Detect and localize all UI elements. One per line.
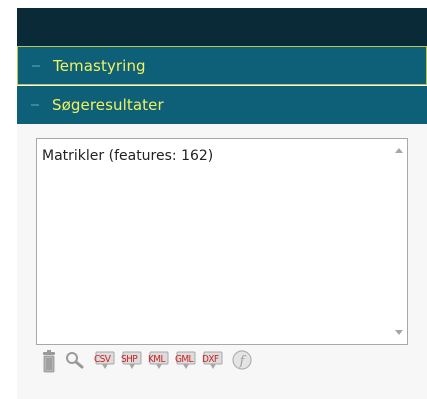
collapse-icon xyxy=(32,64,40,67)
collapse-icon xyxy=(31,104,39,106)
section-temastyring[interactable]: Temastyring xyxy=(17,46,427,85)
section-label: Temastyring xyxy=(53,56,146,75)
info-icon[interactable]: f xyxy=(231,348,255,378)
section-search-results[interactable]: Søgeresultater xyxy=(17,86,427,124)
dxf-label: DXF xyxy=(202,354,219,365)
list-item[interactable]: Matrikler (features: 162) xyxy=(42,148,213,164)
search-icon[interactable] xyxy=(64,348,84,378)
gml-label: GML xyxy=(175,354,194,365)
download-dxf-button[interactable]: DXF xyxy=(202,348,228,378)
scrollbar[interactable] xyxy=(390,139,407,344)
scroll-up-icon[interactable] xyxy=(395,148,403,153)
results-toolbar: CSV SHP KML GML DXF f xyxy=(39,348,299,378)
download-csv-button[interactable]: CSV xyxy=(94,348,120,378)
results-listbox[interactable]: Matrikler (features: 162) xyxy=(36,138,408,345)
shp-label: SHP xyxy=(121,354,138,365)
kml-label: KML xyxy=(148,354,165,365)
csv-label: CSV xyxy=(94,354,111,365)
download-gml-button[interactable]: GML xyxy=(175,348,201,378)
download-kml-button[interactable]: KML xyxy=(148,348,174,378)
scroll-down-icon[interactable] xyxy=(395,330,403,335)
side-panel: Temastyring Søgeresultater Matrikler (fe… xyxy=(17,8,427,399)
download-shp-button[interactable]: SHP xyxy=(121,348,147,378)
panel-top-bar xyxy=(17,8,427,46)
trash-icon[interactable] xyxy=(41,348,57,378)
section-label: Søgeresultater xyxy=(52,96,164,114)
